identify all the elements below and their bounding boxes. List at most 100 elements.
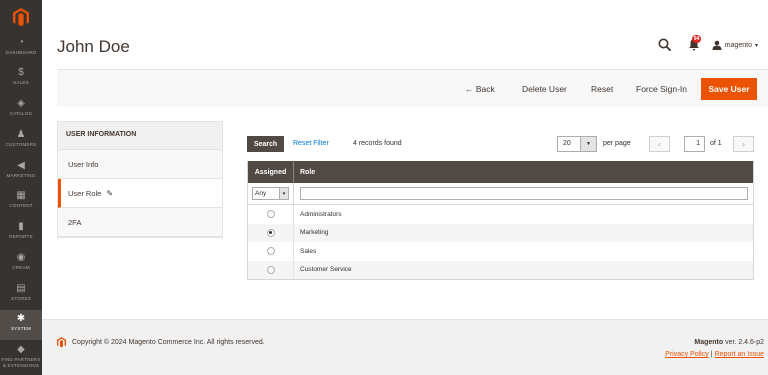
notifications-bell-icon[interactable]: 94 — [688, 35, 702, 52]
sidebar-item-marketing[interactable]: ◀ MARKETING — [0, 157, 42, 187]
user-icon[interactable] — [712, 40, 722, 50]
assigned-filter-select[interactable]: Any ▼ — [252, 187, 289, 200]
table-row[interactable]: Sales — [248, 242, 753, 261]
sidebar-item-sales[interactable]: $ SALES — [0, 64, 42, 94]
table-row[interactable]: Administrators — [248, 205, 753, 224]
sidebar-item-label: CATALOG — [9, 111, 33, 116]
previous-page-button[interactable]: ‹ — [649, 136, 670, 152]
sidebar-item-reports[interactable]: ▮ REPORTS — [0, 218, 42, 248]
filter-row: Any ▼ — [248, 182, 753, 205]
extensions-icon: ◆ — [17, 344, 25, 355]
search-icon[interactable] — [658, 38, 672, 52]
role-radio[interactable] — [266, 228, 275, 237]
sidebar-item-label: STORES — [10, 296, 31, 301]
total-pages: of 1 — [710, 140, 722, 147]
page-footer: Copyright © 2024 Magento Commerce Inc. A… — [42, 319, 768, 375]
magento-logo-icon — [57, 337, 66, 348]
sidebar-item-label: CREAM — [12, 265, 30, 270]
magento-logo-icon[interactable] — [0, 0, 42, 34]
sidebar-item-content[interactable]: ▦ CONTENT — [0, 187, 42, 217]
privacy-policy-link[interactable]: Privacy Policy — [665, 351, 709, 358]
report-issue-link[interactable]: Report an Issue — [715, 351, 764, 358]
sidebar-item-label: SYSTEM — [10, 326, 32, 331]
copyright-text: Copyright © 2024 Magento Commerce Inc. A… — [72, 339, 265, 346]
footer-links: Privacy Policy | Report an Issue — [665, 351, 764, 358]
admin-sidebar: ◔ DASHBOARD $ SALES ◈ CATALOG ♟ CUSTOMERS ◀ MARKE… — [0, 0, 42, 375]
back-button[interactable]: ← Back — [465, 84, 495, 94]
tab-2fa[interactable]: 2FA — [58, 208, 222, 237]
chevron-down-icon[interactable]: ▾ — [755, 42, 758, 49]
page-title: John Doe — [57, 37, 130, 56]
reset-button[interactable]: Reset — [591, 84, 613, 94]
save-user-button[interactable]: Save User — [701, 78, 757, 100]
assigned-cell — [248, 242, 294, 261]
version-number: ver. 2.4.6-p2 — [723, 339, 764, 346]
reset-filter-link[interactable]: Reset Filter — [293, 140, 329, 147]
tab-label: User Role — [68, 189, 102, 198]
per-page-label: per page — [603, 140, 631, 147]
assigned-cell — [248, 260, 294, 279]
column-role[interactable]: Role — [294, 161, 753, 183]
tab-label: User Info — [68, 160, 99, 169]
page-number-input[interactable]: 1 — [684, 136, 705, 152]
sidebar-item-label: DASHBOARD — [5, 50, 37, 55]
page-size-select[interactable]: 20 ▼ — [557, 136, 597, 152]
link-separator: | — [710, 351, 713, 358]
pencil-icon: ✎ — [106, 189, 114, 198]
sidebar-item-label: MARKETING — [6, 173, 36, 178]
sidebar-item-cream[interactable]: ◉ CREAM — [0, 249, 42, 279]
table-row[interactable]: Marketing — [248, 223, 753, 242]
delete-user-button[interactable]: Delete User — [522, 84, 567, 94]
force-sign-in-button[interactable]: Force Sign-In — [636, 84, 687, 94]
tabs-title: USER INFORMATION — [58, 122, 222, 150]
bar-chart-icon: ▮ — [18, 221, 24, 232]
person-icon: ♟ — [16, 129, 26, 140]
cube-icon: ◈ — [17, 98, 25, 109]
role-cell: Customer Service — [300, 266, 352, 274]
chevron-down-icon[interactable]: ▼ — [580, 137, 596, 151]
next-page-button[interactable]: › — [733, 136, 754, 152]
sidebar-item-label: CUSTOMERS — [5, 142, 37, 147]
gear-icon: ✱ — [16, 313, 26, 324]
tab-user-info[interactable]: User Info — [58, 150, 222, 179]
column-assigned[interactable]: Assigned — [248, 161, 294, 183]
sidebar-item-stores[interactable]: ▤ STORES — [0, 280, 42, 310]
role-cell: Marketing — [300, 229, 329, 237]
brand-name: Magento — [694, 339, 724, 346]
search-button[interactable]: Search — [247, 136, 284, 152]
store-icon: ▤ — [16, 283, 26, 294]
assigned-filter-value: Any — [255, 190, 267, 197]
page-actions-bar: ← Back Delete User Reset Force Sign-In S… — [57, 69, 768, 107]
role-cell: Sales — [300, 247, 317, 255]
sidebar-item-find-partners-extensions[interactable]: ◆ FIND PARTNERS & EXTENSIONS — [0, 341, 42, 371]
roles-grid: Assigned Role Any ▼ Administrators Market… — [247, 161, 754, 280]
chevron-down-icon[interactable]: ▼ — [279, 188, 288, 199]
version-text: Magento ver. 2.4.6-p2 — [694, 339, 764, 346]
user-menu[interactable]: magento — [725, 42, 752, 49]
tab-user-role[interactable]: User Role ✎ — [58, 179, 222, 208]
assigned-cell — [248, 205, 294, 224]
sidebar-item-catalog[interactable]: ◈ CATALOG — [0, 95, 42, 125]
records-found: 4 records found — [353, 140, 402, 147]
sidebar-item-dashboard[interactable]: ◔ DASHBOARD — [0, 34, 42, 64]
header-actions: 94 magento ▾ — [658, 35, 758, 52]
sidebar-item-system[interactable]: ✱ SYSTEM — [0, 310, 42, 340]
content-icon: ▦ — [16, 190, 26, 201]
role-radio[interactable] — [266, 210, 275, 219]
user-information-tabs: USER INFORMATION User Info User Role ✎ 2F… — [57, 121, 223, 238]
cream-icon: ◉ — [16, 252, 26, 263]
dashboard-icon: ◔ — [17, 37, 25, 48]
page-size-value: 20 — [563, 140, 571, 147]
role-radio[interactable] — [266, 265, 275, 274]
tab-label: 2FA — [68, 218, 82, 227]
grid-header: Assigned Role — [248, 161, 753, 183]
sidebar-item-label: CONTENT — [9, 203, 33, 208]
sidebar-item-customers[interactable]: ♟ CUSTOMERS — [0, 126, 42, 156]
role-filter-input[interactable] — [300, 187, 748, 200]
dollar-icon: $ — [18, 67, 24, 78]
sidebar-item-label: FIND PARTNERS & EXTENSIONS — [1, 357, 41, 368]
megaphone-icon: ◀ — [17, 160, 25, 171]
table-row[interactable]: Customer Service — [248, 260, 753, 279]
role-radio[interactable] — [266, 247, 275, 256]
assigned-cell — [248, 223, 294, 242]
